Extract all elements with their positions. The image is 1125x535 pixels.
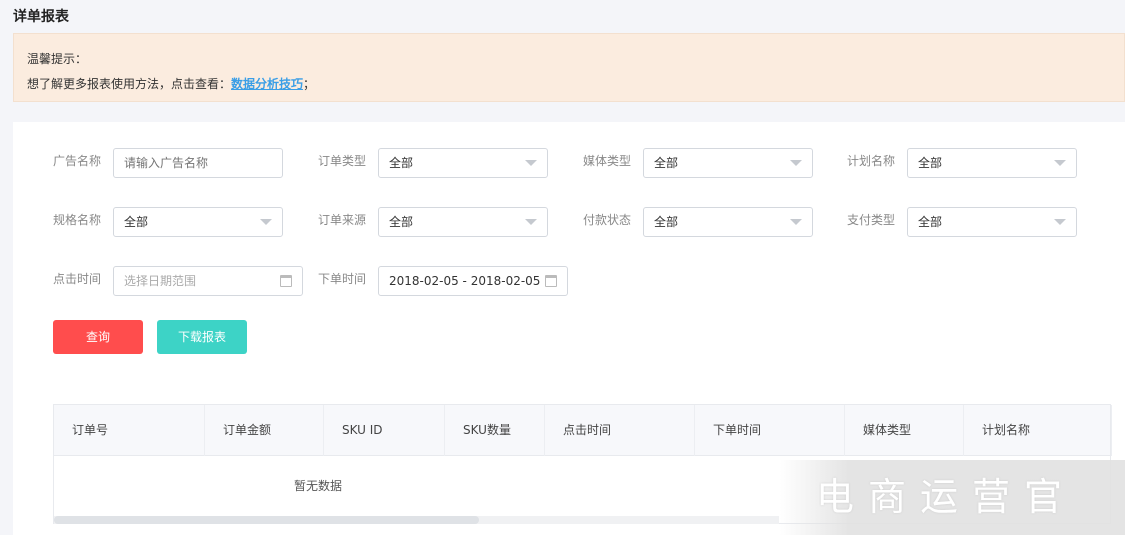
notice-box: 温馨提示： 想了解更多报表使用方法，点击查看：数据分析技巧； <box>13 33 1125 102</box>
payment-status-select[interactable]: 全部 <box>643 207 813 237</box>
media-type-label: 媒体类型 <box>583 154 632 168</box>
empty-state-text: 暂无数据 <box>294 479 343 493</box>
order-source-select[interactable]: 全部 <box>378 207 548 237</box>
calendar-icon <box>545 275 557 287</box>
chevron-down-icon <box>525 219 537 225</box>
placeholder: 选择日期范围 <box>124 274 197 288</box>
chevron-down-icon <box>790 160 802 166</box>
payment-type-select[interactable]: 全部 <box>907 207 1077 237</box>
payment-type-label: 支付类型 <box>847 213 896 227</box>
column-header: SKU ID <box>324 405 445 456</box>
watermark: 电商运营官 <box>780 460 1125 535</box>
data-analysis-tips-link[interactable]: 数据分析技巧 <box>231 77 303 91</box>
notice-heading: 温馨提示： <box>27 52 88 66</box>
chevron-down-icon <box>525 160 537 166</box>
spec-name-select[interactable]: 全部 <box>113 207 283 237</box>
chevron-down-icon <box>1054 160 1066 166</box>
scrollbar-thumb[interactable] <box>54 516 479 524</box>
column-header: 订单号 <box>54 405 205 456</box>
order-time-label: 下单时间 <box>318 272 367 286</box>
table-header: 订单号 订单金额 SKU ID SKU数量 点击时间 下单时间 媒体类型 计划名… <box>54 405 1112 456</box>
column-header: 点击时间 <box>545 405 695 456</box>
plan-name-label: 计划名称 <box>847 154 896 168</box>
query-button[interactable]: 查询 <box>53 320 143 354</box>
order-type-label: 订单类型 <box>318 154 367 168</box>
select-value: 全部 <box>124 215 149 229</box>
payment-status-label: 付款状态 <box>583 213 632 227</box>
page-title: 详单报表 <box>13 9 69 25</box>
select-value: 全部 <box>918 156 943 170</box>
ad-name-label: 广告名称 <box>53 154 102 168</box>
click-time-range-input[interactable]: 选择日期范围 <box>113 266 303 296</box>
order-type-select[interactable]: 全部 <box>378 148 548 178</box>
column-header: SKU数量 <box>445 405 545 456</box>
order-time-range-input[interactable]: 2018-02-05 - 2018-02-05 <box>378 266 568 296</box>
notice-suffix: ； <box>303 77 316 91</box>
select-value: 全部 <box>654 156 679 170</box>
click-time-label: 点击时间 <box>53 272 102 286</box>
order-source-label: 订单来源 <box>318 213 367 227</box>
column-header: 计划名称 <box>964 405 1112 456</box>
media-type-select[interactable]: 全部 <box>643 148 813 178</box>
plan-name-select[interactable]: 全部 <box>907 148 1077 178</box>
download-report-button[interactable]: 下载报表 <box>157 320 247 354</box>
select-value: 全部 <box>389 156 414 170</box>
column-header: 下单时间 <box>695 405 845 456</box>
spec-name-label: 规格名称 <box>53 213 102 227</box>
chevron-down-icon <box>1054 219 1066 225</box>
column-header: 媒体类型 <box>845 405 964 456</box>
chevron-down-icon <box>260 219 272 225</box>
calendar-icon <box>280 275 292 287</box>
date-range-value: 2018-02-05 - 2018-02-05 <box>389 274 541 288</box>
select-value: 全部 <box>389 215 414 229</box>
horizontal-scrollbar[interactable] <box>54 516 779 524</box>
ad-name-input[interactable] <box>113 148 283 178</box>
select-value: 全部 <box>918 215 943 229</box>
chevron-down-icon <box>790 219 802 225</box>
column-header: 订单金额 <box>205 405 324 456</box>
notice-text: 想了解更多报表使用方法，点击查看： <box>27 77 232 91</box>
select-value: 全部 <box>654 215 679 229</box>
